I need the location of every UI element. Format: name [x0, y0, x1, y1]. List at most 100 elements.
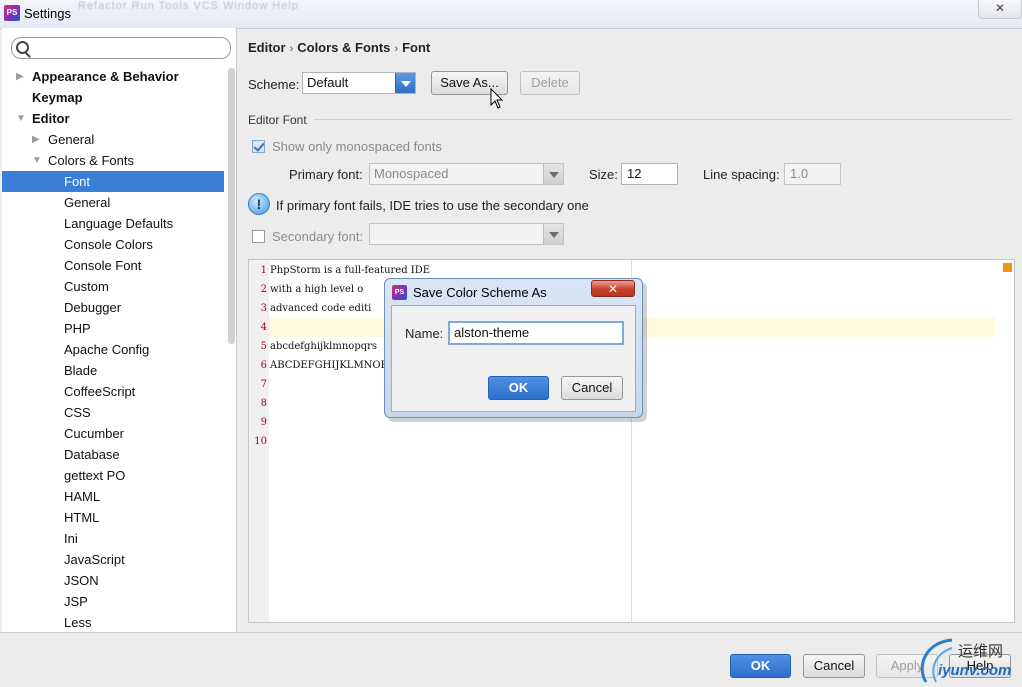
sidebar-item-label: Appearance & Behavior — [32, 69, 179, 84]
mouse-cursor-icon — [490, 88, 504, 109]
sidebar-item[interactable]: General — [2, 192, 224, 213]
sidebar-item[interactable]: Cucumber — [2, 423, 224, 444]
sidebar-item[interactable]: JSP — [2, 591, 224, 612]
sidebar-item[interactable]: CoffeeScript — [2, 381, 224, 402]
dialog-ok-button[interactable]: OK — [488, 376, 549, 400]
sidebar-item[interactable]: PHP — [2, 318, 224, 339]
sidebar-item[interactable]: Ini — [2, 528, 224, 549]
code-text: abcdefghijklmnopqrs — [270, 341, 378, 352]
sidebar-item[interactable]: gettext PO — [2, 465, 224, 486]
secondary-font-select[interactable] — [369, 223, 564, 245]
dialog-body: Name: alston-theme OK Cancel — [391, 305, 636, 412]
scheme-select[interactable]: Default — [302, 72, 416, 94]
sidebar-item-label: Console Font — [64, 258, 142, 273]
save-color-scheme-dialog: PS Save Color Scheme As ✕ Name: alston-t… — [384, 278, 643, 418]
sidebar-item[interactable]: Apache Config — [2, 339, 224, 360]
primary-font-select[interactable]: Monospaced — [369, 163, 564, 185]
scheme-select-value: Default — [307, 75, 349, 90]
sidebar-item[interactable]: HAML — [2, 486, 224, 507]
sidebar-item[interactable]: Less — [2, 612, 224, 633]
sidebar-item-label: General — [64, 195, 111, 210]
sidebar-item-label: General — [48, 132, 95, 147]
sidebar-item[interactable]: Debugger — [2, 297, 224, 318]
sidebar-item-label: Ini — [64, 531, 78, 546]
sidebar-item[interactable]: CSS — [2, 402, 224, 423]
collapse-arrow-icon[interactable]: ▶ — [16, 66, 24, 87]
chevron-down-icon[interactable] — [543, 164, 563, 184]
breadcrumb-colors-fonts: Colors & Fonts — [297, 40, 391, 55]
line-number: 8 — [260, 398, 267, 409]
sidebar-item-label: Database — [64, 447, 120, 462]
sidebar-item[interactable]: Language Defaults — [2, 213, 224, 234]
expand-arrow-icon[interactable]: ▼ — [16, 108, 26, 129]
preview-code-line: 9 — [249, 413, 270, 432]
footer-cancel-button[interactable]: Cancel — [803, 654, 865, 678]
sidebar-item[interactable]: JSON — [2, 570, 224, 591]
sidebar-item-label: CoffeeScript — [64, 384, 136, 399]
sidebar-item-label: Language Defaults — [64, 216, 174, 231]
window-title: Settings — [24, 6, 71, 21]
sidebar-item[interactable]: Font — [2, 171, 224, 192]
size-label: Size: — [589, 167, 618, 182]
chevron-down-icon[interactable] — [543, 224, 563, 244]
line-number: 1 — [260, 265, 267, 276]
sidebar-item-label: PHP — [64, 321, 91, 336]
primary-font-value: Monospaced — [374, 166, 449, 181]
line-number: 3 — [260, 303, 267, 314]
sidebar-item[interactable]: ▶ Appearance & Behavior — [2, 66, 224, 87]
dialog-close-button[interactable]: ✕ — [591, 280, 635, 297]
size-input[interactable]: 12 — [621, 163, 678, 185]
sidebar-item[interactable]: Console Colors — [2, 234, 224, 255]
sidebar-item[interactable]: Custom — [2, 276, 224, 297]
sidebar-scrollbar[interactable] — [228, 68, 235, 344]
sidebar-item-label: Apache Config — [64, 342, 150, 357]
sidebar-item-label: Console Colors — [64, 237, 153, 252]
sidebar-item[interactable]: ▼ Colors & Fonts — [2, 150, 224, 171]
sidebar-item-label: Keymap — [32, 90, 83, 105]
line-number: 7 — [260, 379, 267, 390]
secondary-font-label: Secondary font: — [272, 229, 364, 244]
error-stripe-marker[interactable] — [1003, 263, 1012, 272]
monospaced-checkbox[interactable] — [252, 140, 265, 153]
scheme-name-input[interactable]: alston-theme — [448, 321, 624, 345]
preview-code-line: 8 — [249, 394, 270, 413]
delete-button[interactable]: Delete — [520, 71, 580, 95]
sidebar-item[interactable]: JavaScript — [2, 549, 224, 570]
expand-arrow-icon[interactable]: ▼ — [32, 150, 42, 171]
sidebar-item-label: Less — [64, 615, 92, 630]
window-close-button[interactable]: ✕ — [978, 0, 1022, 19]
preview-code-line: 10 — [249, 432, 270, 451]
info-icon: ! — [248, 193, 270, 215]
sidebar-item-label: Cucumber — [64, 426, 124, 441]
info-message: If primary font fails, IDE tries to use … — [276, 198, 589, 213]
code-text: with a high level o — [270, 284, 364, 295]
footer-ok-button[interactable]: OK — [730, 654, 791, 678]
search-input[interactable] — [11, 37, 231, 59]
preview-code-line: 2 with a high level o — [249, 280, 364, 299]
sidebar-item[interactable]: Keymap — [2, 87, 224, 108]
sidebar-item[interactable]: Blade — [2, 360, 224, 381]
breadcrumb-separator: › — [289, 43, 294, 55]
sidebar-item[interactable]: HTML — [2, 507, 224, 528]
dialog-title: Save Color Scheme As — [413, 285, 547, 300]
secondary-font-checkbox[interactable] — [252, 230, 265, 243]
line-spacing-input[interactable]: 1.0 — [784, 163, 841, 185]
sidebar-item-label: JSP — [64, 594, 88, 609]
line-number: 5 — [260, 341, 267, 352]
dialog-footer — [0, 632, 1022, 687]
dialog-cancel-button[interactable]: Cancel — [561, 376, 623, 400]
breadcrumb: Editor › Colors & Fonts › Font — [248, 40, 430, 55]
sidebar-item[interactable]: Console Font — [2, 255, 224, 276]
sidebar-item[interactable]: Database — [2, 444, 224, 465]
preview-code-line: 7 — [249, 375, 270, 394]
chevron-down-icon[interactable] — [395, 73, 415, 93]
line-spacing-label: Line spacing: — [703, 167, 780, 182]
preview-code-line: 4 — [249, 318, 270, 337]
background-menu-bar: Refactor Run Tools VCS Window Help — [78, 0, 299, 12]
watermark-domain: iyunv.com — [938, 662, 1012, 679]
code-text: advanced code editi — [270, 303, 372, 314]
breadcrumb-separator: › — [394, 43, 399, 55]
sidebar-item[interactable]: ▶ General — [2, 129, 224, 150]
collapse-arrow-icon[interactable]: ▶ — [32, 129, 40, 150]
sidebar-item[interactable]: ▼ Editor — [2, 108, 224, 129]
